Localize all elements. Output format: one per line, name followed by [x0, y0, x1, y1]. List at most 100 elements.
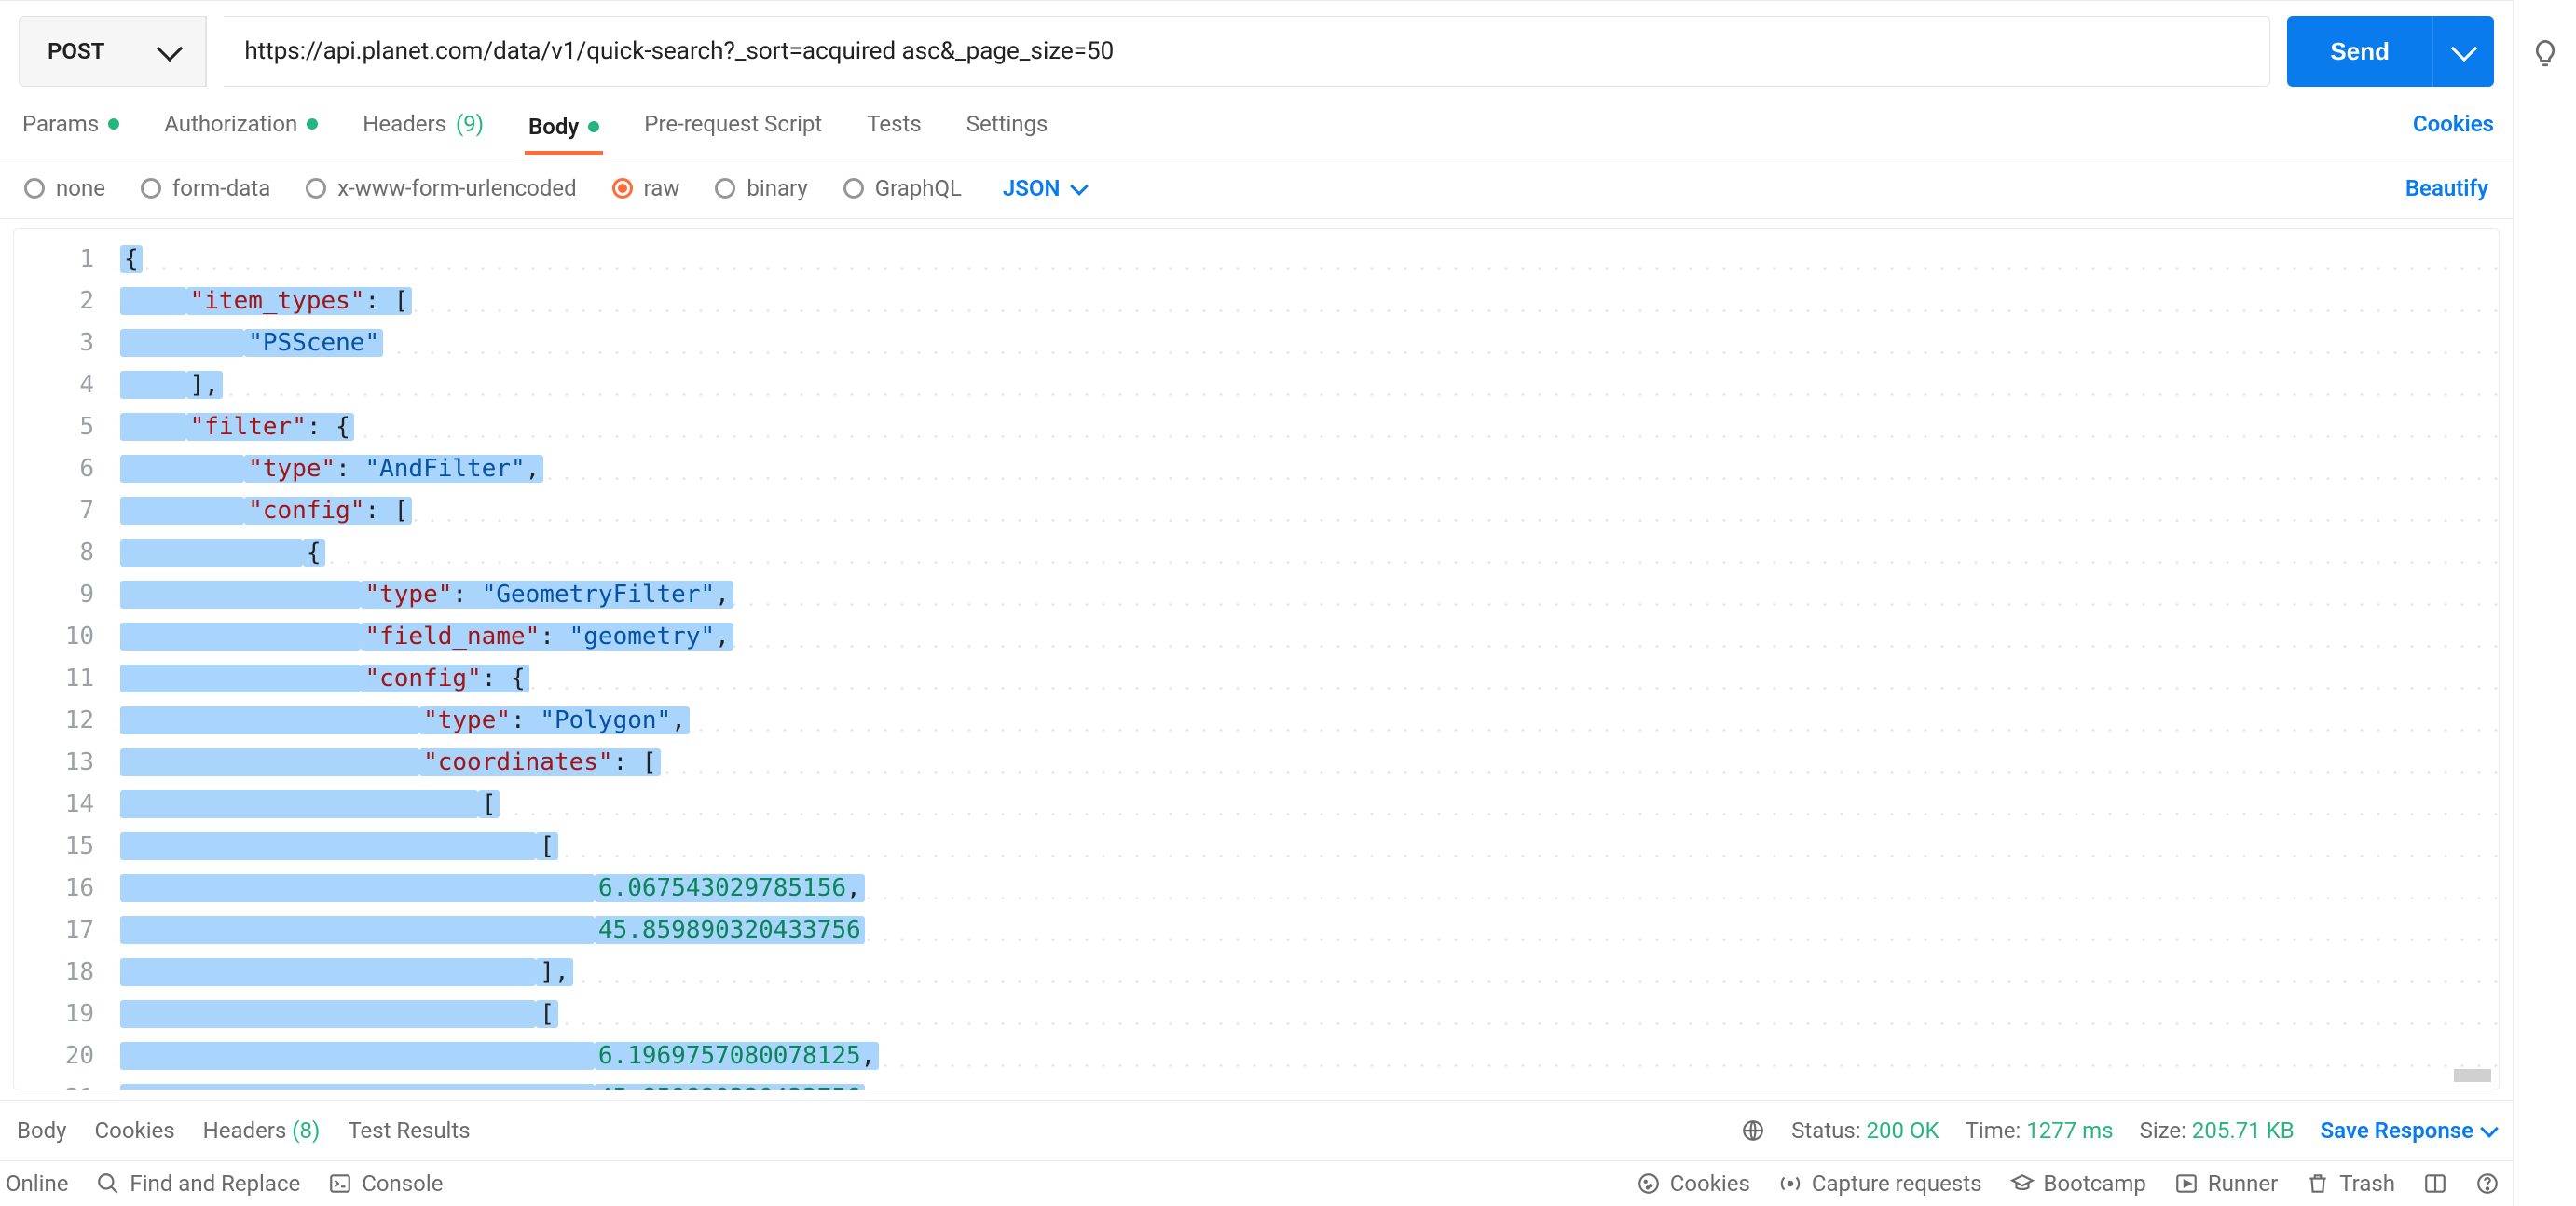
bodytype-raw-label: raw: [644, 175, 680, 201]
resp-tab-cookies[interactable]: Cookies: [95, 1117, 175, 1144]
save-response-button[interactable]: Save Response: [2321, 1117, 2496, 1144]
right-rail: [2513, 0, 2576, 1206]
bodytype-raw[interactable]: raw: [612, 175, 680, 201]
status-dot-icon: [108, 118, 119, 130]
bodytype-binary[interactable]: binary: [715, 175, 807, 201]
footer-trash-label: Trash: [2339, 1171, 2395, 1197]
tab-prerequest-label: Pre-request Script: [644, 111, 822, 137]
footer-capture-label: Capture requests: [1812, 1171, 1982, 1197]
code-editor[interactable]: 123456789101112131415161718192021 { "ite…: [13, 228, 2500, 1090]
footer-runner[interactable]: Runner: [2174, 1171, 2278, 1197]
status-label: Status:: [1791, 1117, 1860, 1144]
lightbulb-icon[interactable]: [2529, 37, 2561, 69]
tab-settings[interactable]: Settings: [963, 103, 1052, 144]
tab-auth-label: Authorization: [164, 111, 297, 137]
footer-panel-toggle[interactable]: [2423, 1172, 2447, 1196]
url-input[interactable]: https://api.planet.com/data/v1/quick-sea…: [224, 16, 2270, 87]
radio-icon: [715, 178, 735, 199]
tab-headers-label: Headers: [363, 111, 446, 137]
graduation-icon: [2010, 1172, 2035, 1196]
send-button[interactable]: Send: [2287, 16, 2432, 87]
tab-headers-count: (9): [456, 111, 484, 137]
send-group: Send: [2287, 16, 2494, 87]
method-select[interactable]: POST: [20, 17, 206, 86]
antenna-icon: [1778, 1172, 1802, 1196]
tab-tests[interactable]: Tests: [863, 103, 925, 144]
footer-online-label: Online: [6, 1171, 68, 1197]
radio-icon: [612, 178, 633, 199]
size-group: Size: 205.71 KB: [2140, 1117, 2295, 1144]
save-response-label: Save Response: [2321, 1117, 2473, 1144]
chevron-down-icon: [157, 35, 183, 62]
console-icon: [328, 1172, 352, 1196]
globe-icon: [1741, 1118, 1765, 1143]
minimap-icon: [2454, 1069, 2491, 1082]
chevron-down-icon: [2450, 35, 2476, 62]
size-label: Size:: [2140, 1117, 2186, 1144]
time-group: Time: 1277 ms: [1966, 1117, 2114, 1144]
footer-help[interactable]: [2475, 1172, 2500, 1196]
time-value: 1277 ms: [2026, 1117, 2113, 1144]
method-url-group: POST: [19, 16, 207, 87]
resp-tab-test-results[interactable]: Test Results: [348, 1117, 470, 1144]
footer-console[interactable]: Console: [328, 1171, 443, 1197]
tab-prerequest[interactable]: Pre-request Script: [640, 103, 826, 144]
bodytype-formdata[interactable]: form-data: [141, 175, 270, 201]
bodytype-graphql-label: GraphQL: [875, 175, 962, 201]
status-value: 200 OK: [1867, 1117, 1939, 1144]
radio-icon: [24, 178, 45, 199]
body-language-label: JSON: [1003, 175, 1061, 201]
status-dot-icon: [307, 118, 318, 130]
radio-icon: [141, 178, 161, 199]
tab-tests-label: Tests: [867, 111, 922, 137]
footer-online[interactable]: Online: [6, 1171, 68, 1197]
footer-trash[interactable]: Trash: [2306, 1171, 2395, 1197]
bodytype-none[interactable]: none: [24, 175, 105, 201]
resp-tab-headers[interactable]: Headers (8): [203, 1117, 321, 1144]
footer-runner-label: Runner: [2208, 1171, 2278, 1197]
beautify-button[interactable]: Beautify: [2405, 175, 2488, 201]
footer-cookies[interactable]: Cookies: [1637, 1171, 1750, 1197]
tab-params-label: Params: [22, 111, 99, 137]
radio-icon: [306, 178, 326, 199]
code-area[interactable]: { "item_types": [ "PSScene" ], "filter":…: [115, 229, 2499, 1090]
cookies-link[interactable]: Cookies: [2413, 111, 2494, 137]
tab-body[interactable]: Body: [525, 106, 603, 155]
play-icon: [2174, 1172, 2199, 1196]
body-language-select[interactable]: JSON: [1003, 175, 1087, 201]
status-group: Status: 200 OK: [1791, 1117, 1939, 1144]
footer-cookies-label: Cookies: [1670, 1171, 1750, 1197]
size-value: 205.71 KB: [2192, 1117, 2295, 1144]
status-dot-icon: [588, 121, 599, 132]
tab-body-label: Body: [528, 114, 579, 140]
footer-bootcamp-label: Bootcamp: [2044, 1171, 2146, 1197]
trash-icon: [2306, 1172, 2330, 1196]
chevron-down-icon: [1071, 177, 1089, 196]
bodytype-none-label: none: [56, 175, 105, 201]
resp-tab-headers-label: Headers: [203, 1117, 287, 1144]
method-label: POST: [48, 38, 104, 64]
footer-find-label: Find and Replace: [130, 1171, 300, 1197]
bodytype-graphql[interactable]: GraphQL: [843, 175, 962, 201]
bodytype-binary-label: binary: [747, 175, 807, 201]
footer-capture[interactable]: Capture requests: [1778, 1171, 1982, 1197]
two-pane-icon: [2423, 1172, 2447, 1196]
send-dropdown[interactable]: [2432, 16, 2494, 87]
footer-find[interactable]: Find and Replace: [96, 1171, 300, 1197]
help-icon: [2475, 1172, 2500, 1196]
bodytype-xwww-label: x-www-form-urlencoded: [337, 175, 576, 201]
cookie-icon: [1637, 1172, 1661, 1196]
footer-bootcamp[interactable]: Bootcamp: [2010, 1171, 2146, 1197]
search-icon: [96, 1172, 120, 1196]
tab-authorization[interactable]: Authorization: [160, 103, 322, 144]
footer-console-label: Console: [362, 1171, 443, 1197]
tab-params[interactable]: Params: [19, 103, 123, 144]
bodytype-formdata-label: form-data: [172, 175, 270, 201]
chevron-down-icon: [2480, 1119, 2499, 1138]
resp-tab-body[interactable]: Body: [17, 1117, 67, 1144]
bodytype-xwww[interactable]: x-www-form-urlencoded: [306, 175, 576, 201]
radio-icon: [843, 178, 864, 199]
tab-headers[interactable]: Headers (9): [359, 103, 487, 144]
url-text: https://api.planet.com/data/v1/quick-sea…: [244, 37, 1114, 65]
resp-tab-headers-count: (8): [292, 1117, 320, 1144]
